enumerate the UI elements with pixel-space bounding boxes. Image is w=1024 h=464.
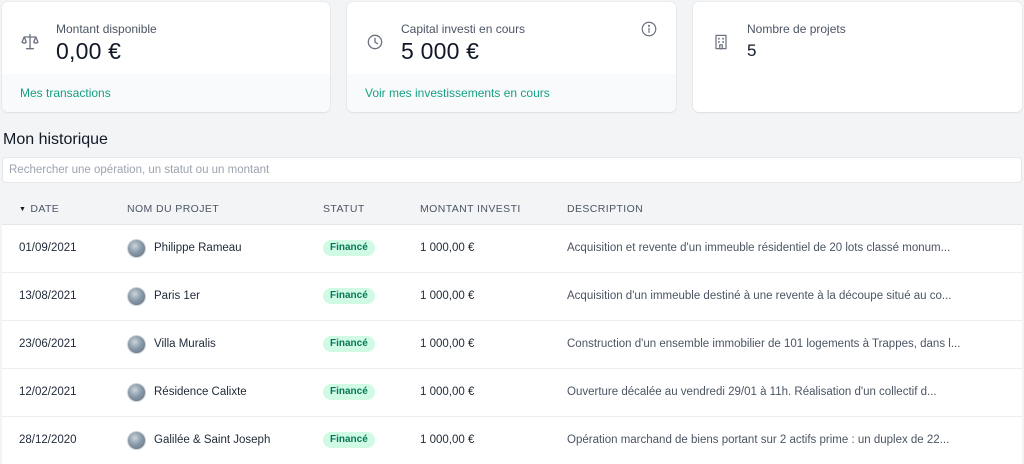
card-value: 0,00 € xyxy=(56,38,122,64)
row-description: Ouverture décalée au vendredi 29/01 à 11… xyxy=(567,386,937,398)
history-title: Mon historique xyxy=(3,131,108,148)
status-badge: Financé xyxy=(323,288,375,304)
row-project-name: Résidence Calixte xyxy=(154,386,247,398)
scale-icon xyxy=(20,32,40,52)
column-header-status[interactable]: STATUT xyxy=(323,203,365,215)
card-available-amount: Montant disponible 0,00 € Mes transactio… xyxy=(2,2,330,112)
row-date: 12/02/2021 xyxy=(19,386,77,398)
info-icon[interactable] xyxy=(640,20,658,38)
project-avatar xyxy=(127,335,146,354)
row-description: Construction d'un ensemble immobilier de… xyxy=(567,338,961,350)
card-label: Nombre de projets xyxy=(747,22,846,36)
row-date: 13/08/2021 xyxy=(19,290,77,302)
table-row[interactable]: 28/12/2020 Galilée & Saint Joseph Financ… xyxy=(2,417,1022,464)
card-invested-capital: Capital investi en cours 5 000 € Voir me… xyxy=(347,2,676,112)
transactions-link[interactable]: Mes transactions xyxy=(2,74,330,112)
project-avatar xyxy=(127,287,146,306)
clock-icon xyxy=(365,32,385,52)
status-badge: Financé xyxy=(323,240,375,256)
card-label: Montant disponible xyxy=(56,22,157,36)
row-amount: 1 000,00 € xyxy=(420,290,475,302)
project-avatar xyxy=(127,239,146,258)
table-row[interactable]: 13/08/2021 Paris 1er Financé 1 000,00 € … xyxy=(2,273,1022,321)
sort-desc-icon: ▼ xyxy=(19,206,27,213)
row-date: 28/12/2020 xyxy=(19,434,77,446)
column-header-description[interactable]: DESCRIPTION xyxy=(567,203,967,215)
investments-link[interactable]: Voir mes investissements en cours xyxy=(347,74,676,112)
row-project-name: Villa Muralis xyxy=(154,338,216,350)
row-date: 23/06/2021 xyxy=(19,338,77,350)
status-badge: Financé xyxy=(323,432,375,448)
table-row[interactable]: 23/06/2021 Villa Muralis Financé 1 000,0… xyxy=(2,321,1022,369)
table-header: ▼ DATE NOM DU PROJET STATUT MONTANT INVES… xyxy=(2,192,1022,225)
status-badge: Financé xyxy=(323,336,375,352)
row-date: 01/09/2021 xyxy=(19,242,77,254)
row-amount: 1 000,00 € xyxy=(420,242,475,254)
table-row[interactable]: 12/02/2021 Résidence Calixte Financé 1 0… xyxy=(2,369,1022,417)
row-description: Opération marchand de biens portant sur … xyxy=(567,434,950,446)
column-header-project[interactable]: NOM DU PROJET xyxy=(127,203,219,215)
table-row[interactable]: 01/09/2021 Philippe Rameau Financé 1 000… xyxy=(2,225,1022,273)
row-description: Acquisition et revente d'un immeuble rés… xyxy=(567,242,951,254)
row-project-name: Philippe Rameau xyxy=(154,242,242,254)
card-value: 5 000 € xyxy=(401,38,480,64)
building-icon xyxy=(711,32,731,52)
card-label: Capital investi en cours xyxy=(401,22,526,36)
history-table: ▼ DATE NOM DU PROJET STATUT MONTANT INVES… xyxy=(2,192,1022,464)
project-avatar xyxy=(127,383,146,402)
row-description: Acquisition d'un immeuble destiné à une … xyxy=(567,290,952,302)
row-amount: 1 000,00 € xyxy=(420,338,475,350)
row-project-name: Galilée & Saint Joseph xyxy=(154,434,271,446)
row-project-name: Paris 1er xyxy=(154,290,201,302)
project-avatar xyxy=(127,431,146,450)
card-project-count: Nombre de projets 5 xyxy=(693,2,1022,112)
row-amount: 1 000,00 € xyxy=(420,386,475,398)
column-header-amount[interactable]: MONTANT INVESTI xyxy=(420,203,521,215)
search-input[interactable] xyxy=(2,157,1022,183)
status-badge: Financé xyxy=(323,384,375,400)
column-header-date[interactable]: ▼ DATE xyxy=(19,203,59,215)
card-value: 5 xyxy=(747,41,757,60)
row-amount: 1 000,00 € xyxy=(420,434,475,446)
